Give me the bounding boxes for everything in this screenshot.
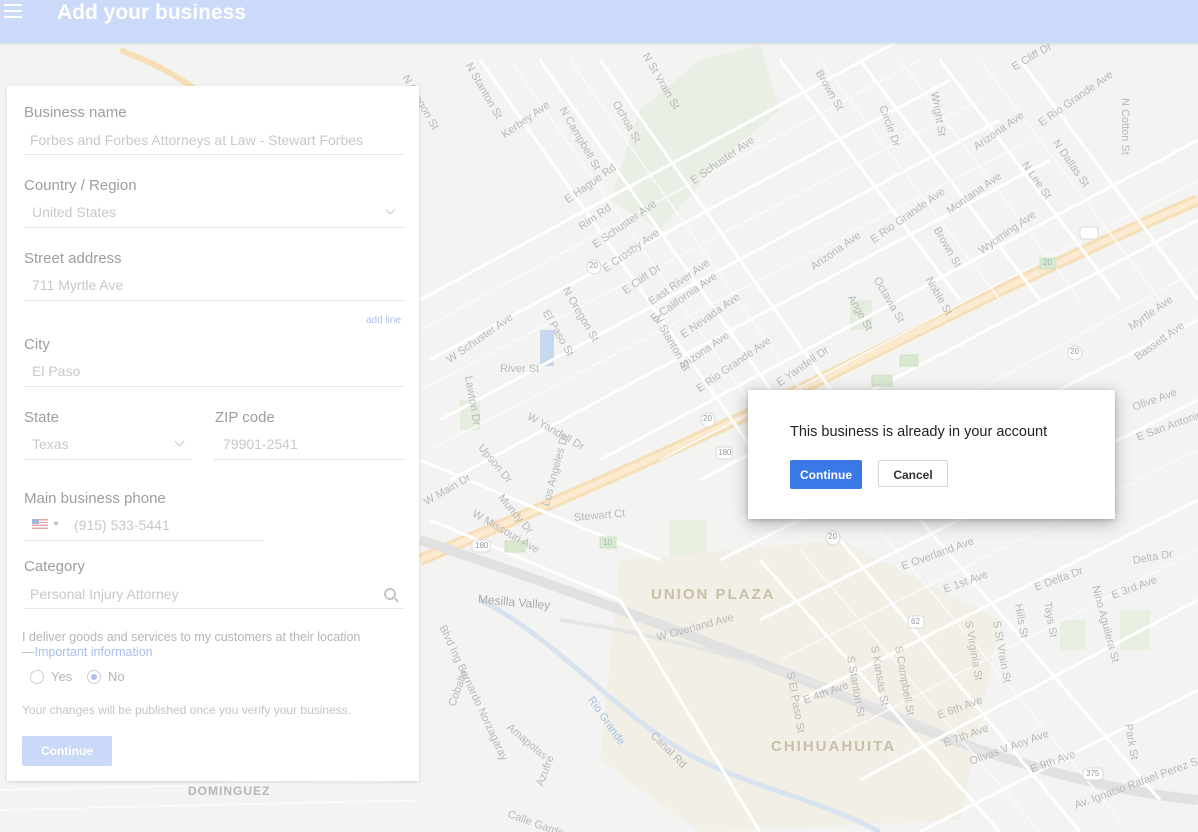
zip-code-label: ZIP code bbox=[215, 409, 275, 426]
street-address-underline bbox=[24, 300, 404, 301]
country-label: Country / Region bbox=[24, 177, 137, 194]
phone-underline bbox=[24, 540, 264, 541]
important-information-link[interactable]: Important information bbox=[35, 645, 153, 659]
deliver-question-text: I deliver goods and services to my custo… bbox=[22, 630, 361, 644]
business-name-underline bbox=[24, 154, 404, 155]
radio-no[interactable] bbox=[87, 670, 101, 684]
route-shield: 375 bbox=[1086, 769, 1100, 778]
radio-yes-label[interactable]: Yes bbox=[51, 669, 72, 684]
city-input[interactable]: El Paso bbox=[32, 363, 392, 379]
radio-no-label[interactable]: No bbox=[108, 669, 125, 684]
state-select[interactable]: Texas bbox=[32, 436, 162, 452]
phone-input[interactable]: (915) 533-5441 bbox=[74, 517, 254, 533]
street-address-input[interactable]: 711 Myrtle Ave bbox=[32, 277, 392, 293]
route-shield: 20 bbox=[1070, 347, 1079, 356]
map-street-label: River St bbox=[500, 363, 540, 375]
state-underline bbox=[24, 459, 192, 460]
route-shield: 20 bbox=[828, 532, 837, 541]
chevron-down-icon[interactable] bbox=[385, 204, 396, 215]
dialog-cancel-button[interactable]: Cancel bbox=[878, 460, 948, 487]
dialog-message: This business is already in your account bbox=[790, 424, 1048, 440]
country-select[interactable]: United States bbox=[32, 204, 352, 220]
city-label: City bbox=[24, 336, 50, 353]
map-neighborhood-label: UNION PLAZA bbox=[651, 586, 776, 603]
city-underline bbox=[24, 386, 404, 387]
business-form-card: Business name Forbes and Forbes Attorney… bbox=[7, 86, 419, 781]
category-label: Category bbox=[24, 558, 85, 575]
street-address-label: Street address bbox=[24, 250, 122, 267]
add-line-link[interactable]: add line bbox=[366, 315, 401, 326]
zip-code-input[interactable]: 79901-2541 bbox=[223, 436, 393, 452]
route-shield: 180 bbox=[475, 541, 489, 550]
page-title: Add your business bbox=[57, 1, 247, 24]
deliver-question: I deliver goods and services to my custo… bbox=[22, 630, 402, 660]
already-in-account-dialog: This business is already in your account… bbox=[748, 390, 1115, 519]
form-continue-button[interactable]: Continue bbox=[22, 736, 112, 766]
state-label: State bbox=[24, 409, 60, 426]
hamburger-menu-icon[interactable] bbox=[4, 4, 22, 18]
country-underline bbox=[24, 227, 404, 228]
business-name-label: Business name bbox=[24, 104, 127, 121]
us-flag-icon[interactable] bbox=[32, 519, 48, 529]
route-shield: 10 bbox=[603, 538, 612, 547]
caret-down-icon[interactable] bbox=[53, 522, 59, 526]
publish-note: Your changes will be published once you … bbox=[22, 703, 352, 717]
em-dash: — bbox=[22, 645, 35, 659]
map-street-label: N Cotton St bbox=[1119, 98, 1131, 155]
radio-yes[interactable] bbox=[30, 670, 44, 684]
route-shield: 20 bbox=[703, 414, 712, 423]
app-header: Add your business bbox=[0, 0, 1198, 43]
category-underline bbox=[24, 608, 404, 609]
category-input[interactable]: Personal Injury Attorney bbox=[30, 586, 370, 602]
phone-label: Main business phone bbox=[24, 490, 166, 507]
route-shield: 20 bbox=[589, 261, 598, 270]
route-shield: 62 bbox=[911, 617, 920, 626]
search-icon[interactable] bbox=[384, 588, 396, 600]
zip-code-underline bbox=[214, 459, 404, 460]
route-shield: 180 bbox=[718, 448, 732, 457]
map-neighborhood-label: DOMINGUEZ bbox=[188, 784, 271, 798]
chevron-down-icon[interactable] bbox=[174, 436, 185, 447]
business-name-input[interactable]: Forbes and Forbes Attorneys at Law - Ste… bbox=[30, 132, 400, 148]
dialog-continue-button[interactable]: Continue bbox=[790, 460, 862, 489]
map-neighborhood-label: CHIHUAHUITA bbox=[771, 738, 897, 755]
route-shield: 20 bbox=[1043, 258, 1052, 267]
